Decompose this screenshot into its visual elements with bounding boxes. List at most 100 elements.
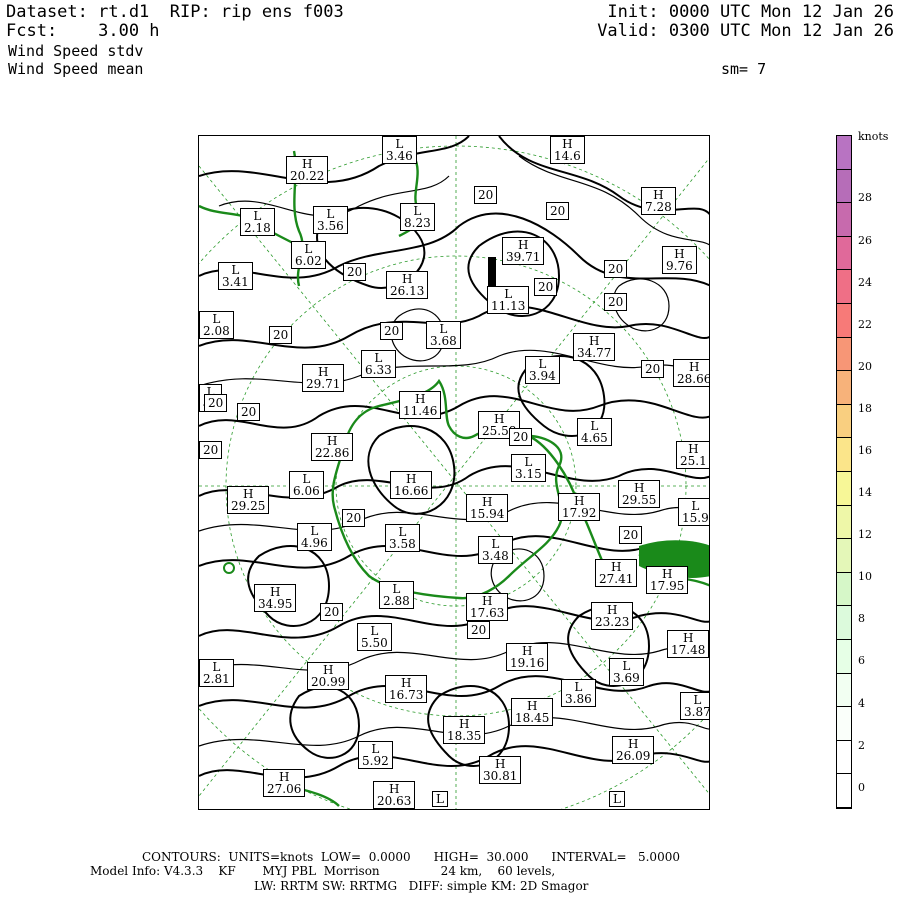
- extremum-label-high: H 34.77: [573, 333, 616, 361]
- extremum-label-low: L 3.87: [680, 692, 710, 720]
- extremum-value: 7.28: [645, 200, 672, 214]
- extremum-value: 34.95: [258, 597, 293, 611]
- extremum-value: 11.46: [403, 404, 438, 418]
- contour-label: 20: [237, 403, 261, 421]
- colorbar-tick-label: 4: [858, 697, 865, 710]
- extremum-label-low: L 3.86: [561, 679, 596, 707]
- extremum-label-low: L 6.06: [289, 471, 324, 499]
- extremum-label-high: H 29.25: [227, 486, 270, 514]
- colorbar-tick-label: 8: [858, 612, 865, 625]
- colorbar-segment: [837, 304, 851, 338]
- colorbar-tick-label: 28: [858, 191, 872, 204]
- extremum-value: 16.66: [394, 484, 429, 498]
- extremum-value: 20.99: [311, 675, 346, 689]
- extremum-label-high: H 17.95: [646, 566, 689, 594]
- extremum-label-high: H 27.06: [263, 769, 306, 797]
- extremum-value: 17.95: [650, 579, 685, 593]
- extremum-label-high: H 17.48: [667, 630, 709, 658]
- map-panel: L 3.46 H 14.6 H 20.22 L 2.18 L 3.56 L 8.23 H 7.28 H 39.…: [198, 135, 710, 810]
- extremum-label-high: H 26.13: [386, 271, 429, 299]
- extremum-label-low: L 2.08: [199, 311, 234, 339]
- extremum-value: 20.63: [377, 794, 412, 808]
- extremum-value: 11.13: [491, 299, 526, 313]
- colorbar-segment: [837, 438, 851, 472]
- extremum-value: 3.48: [482, 549, 509, 563]
- extremum-label-high: H 14.6: [550, 136, 585, 164]
- extremum-value: 26.09: [616, 749, 651, 763]
- extremum-label-low: L 3.94: [525, 356, 560, 384]
- contour-label: 20: [619, 526, 643, 544]
- extremum-label-low: L 6.02: [291, 241, 326, 269]
- extremum-value: 17.63: [470, 606, 505, 620]
- contour-label: 20: [604, 260, 628, 278]
- map-graphics: [199, 136, 709, 809]
- extremum-value: 4.96: [301, 536, 328, 550]
- extremum-label-low: L 2.81: [199, 659, 234, 687]
- colorbar-tick-label: 26: [858, 234, 872, 247]
- contour-label: 20: [380, 322, 404, 340]
- extremum-value: 22.86: [315, 446, 350, 460]
- colorbar-segment: [837, 270, 851, 304]
- contour-info: CONTOURS: UNITS=knots LOW= 0.0000 HIGH= …: [142, 850, 680, 864]
- extremum-label-high: H 22.86: [311, 433, 354, 461]
- extremum-label-high: H 9.76: [662, 246, 697, 274]
- colorbar-segment: [837, 673, 851, 708]
- colorbar-segment: [837, 707, 851, 741]
- extremum-value: 3.87: [684, 705, 710, 719]
- extremum-value: 9.76: [666, 259, 693, 273]
- colorbar-tick-label: 22: [858, 318, 872, 331]
- extremum-value: 17.92: [562, 506, 597, 520]
- extremum-label-high: H 27.41: [595, 559, 638, 587]
- contour-label: 20: [534, 278, 558, 296]
- colorbar-tick-label: 20: [858, 360, 872, 373]
- extremum-value: 3.41: [222, 275, 249, 289]
- contour-label: 20: [467, 621, 491, 639]
- extremum-value: 20.22: [290, 169, 325, 183]
- colorbar-segment: [837, 203, 851, 237]
- extremum-value: 3.86: [565, 692, 592, 706]
- extremum-value: 3.94: [529, 369, 556, 383]
- extremum-label-low: L 3.69: [609, 658, 644, 686]
- init-time-label: Init: 0000 UTC Mon 12 Jan 26: [607, 2, 894, 22]
- colorbar-tick-label: 14: [858, 486, 872, 499]
- dataset-label: Dataset: rt.d1 RIP: rip ens f003: [6, 2, 344, 22]
- extremum-label-high: H 18.45: [511, 698, 554, 726]
- colorbar-segment: [837, 606, 851, 640]
- colorbar-tick-label: 10: [858, 570, 872, 583]
- physics-info: LW: RRTM SW: RRTMG DIFF: simple KM: 2D S…: [254, 879, 589, 893]
- extremum-label-high: H 23.23: [591, 602, 634, 630]
- extremum-value: 3.68: [430, 334, 457, 348]
- extremum-value: 3.15: [515, 467, 542, 481]
- extremum-value: 14.6: [554, 149, 581, 163]
- field-stdv-label: Wind Speed stdv: [8, 42, 144, 60]
- extremum-type: L: [613, 792, 621, 806]
- extremum-label-low: L 15.9: [678, 498, 709, 526]
- smoothing-label: sm= 7: [721, 60, 767, 78]
- colorbar-segment: [837, 472, 851, 506]
- extremum-value: 39.71: [506, 250, 541, 264]
- extremum-label-low: L 2.88: [379, 581, 414, 609]
- colorbar-segment: [837, 404, 851, 439]
- extremum-label-low: L 6.33: [361, 350, 396, 378]
- colorbar-unit: knots: [858, 130, 889, 143]
- extremum-label-low: L 8.23: [400, 203, 435, 231]
- colorbar-tick-label: 18: [858, 402, 872, 415]
- extremum-value: 17.48: [671, 643, 706, 657]
- colorbar-segment: [837, 640, 851, 674]
- extremum-label-high: H 19.16: [506, 643, 549, 671]
- extremum-value: 15.94: [470, 507, 505, 521]
- extremum-label-high: H 28.66: [673, 359, 709, 387]
- colorbar-segment: [837, 236, 851, 271]
- colorbar-tick-label: 16: [858, 444, 872, 457]
- extremum-label-high: H 17.63: [466, 593, 509, 621]
- extremum-label-high: H 25.1: [676, 441, 709, 469]
- extremum-value: 27.06: [267, 782, 302, 796]
- extremum-value: 2.88: [383, 594, 410, 608]
- extremum-label-high: H 20.22: [286, 156, 329, 184]
- colorbar-tick-label: 0: [858, 781, 865, 794]
- extremum-value: 23.23: [595, 615, 630, 629]
- extremum-type: L: [436, 792, 444, 806]
- extremum-label-high: H 15.94: [466, 494, 509, 522]
- contour-label: 20: [546, 202, 570, 220]
- extremum-value: 5.92: [362, 754, 389, 768]
